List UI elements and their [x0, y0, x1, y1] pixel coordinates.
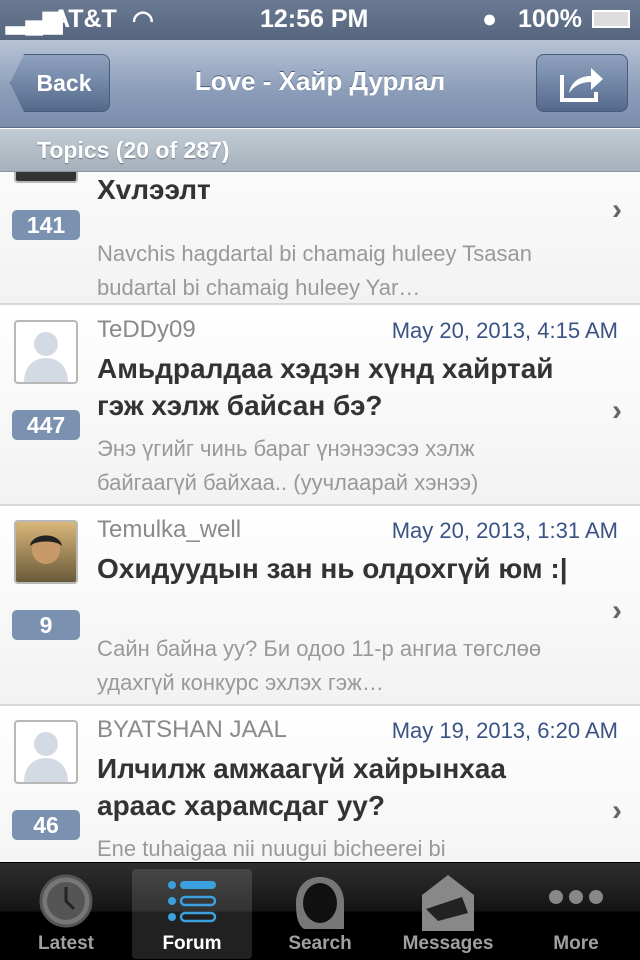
tab-label: More: [553, 933, 599, 954]
status-bar: ▂▄▆ AT&T ◠ 12:56 PM ● 100%: [0, 0, 640, 40]
battery-level: 100%: [518, 5, 582, 33]
chevron-right-icon: ›: [612, 394, 622, 427]
avatar: [14, 720, 78, 784]
topic-title: Амьдралдаа хэдэн хүнд хайртай гэж хэлж б…: [97, 353, 554, 421]
envelope-icon: [388, 873, 508, 933]
topic-title: Хvлээлт: [97, 174, 211, 205]
alarm-icon: ●: [482, 5, 498, 33]
section-header: Topics (20 of 287): [0, 129, 640, 172]
topic-author: Temulka_well: [97, 516, 242, 543]
battery-icon: [592, 10, 630, 28]
carrier: AT&T: [52, 5, 117, 33]
reply-count-badge: 46: [12, 810, 80, 840]
chevron-right-icon: ›: [612, 794, 622, 827]
navigation-bar: Back Love - Хайр Дурлал: [0, 40, 640, 128]
tab-label: Latest: [38, 933, 94, 954]
tab-label: Messages: [402, 933, 494, 954]
tab-label: Search: [288, 933, 352, 954]
share-icon: [560, 68, 603, 102]
tab-label: Forum: [162, 933, 222, 954]
topic-row[interactable]: Temulka_well May 20, 2013, 1:31 AM Охиду…: [0, 506, 640, 706]
topic-preview: Энэ үгийг чинь бараг үнэнээсээ хэлж байг…: [97, 436, 479, 495]
topic-title: Илчилж амжаагүй хайрынхаа араас харамсда…: [97, 753, 506, 821]
tab-messages[interactable]: Messages: [388, 869, 508, 959]
tab-forum[interactable]: Forum: [132, 869, 252, 959]
topic-list[interactable]: Хvлээлт 141 Navchis hagdartal bi chamaig…: [0, 172, 640, 862]
back-button[interactable]: Back: [10, 54, 110, 112]
wifi-icon: ◠: [132, 6, 154, 34]
clock: 12:56 PM: [260, 5, 369, 33]
chevron-right-icon: ›: [612, 193, 622, 226]
topic-row[interactable]: TeDDy09 May 20, 2013, 4:15 AM Амьдралдаа…: [0, 306, 640, 506]
reply-count-badge: 141: [12, 210, 80, 240]
topic-author: BYATSHAN JAAL: [97, 716, 287, 743]
topic-preview: Navchis hagdartal bi chamaig huleey Tsas…: [97, 241, 532, 300]
avatar: [14, 172, 78, 183]
avatar: [14, 320, 78, 384]
topic-date: May 20, 2013, 1:31 AM: [391, 518, 618, 543]
topic-date: May 19, 2013, 6:20 AM: [391, 718, 618, 743]
topic-title: Охидуудын зан нь олдохгүй юм :|: [97, 553, 568, 584]
topic-preview: Сайн байна уу? Би одоо 11-р ангиа төгслө…: [97, 636, 542, 695]
clock-icon: [6, 873, 126, 929]
topic-date: May 20, 2013, 4:15 AM: [391, 318, 618, 343]
tab-latest[interactable]: Latest: [6, 869, 126, 959]
topic-row[interactable]: Хvлээлт 141 Navchis hagdartal bi chamaig…: [0, 172, 640, 305]
topic-preview: Ene tuhaigaa nii nuugui bicheerei bi: [97, 836, 446, 861]
tab-bar: Latest Forum Search Messages More: [0, 862, 640, 960]
page-title: Love - Хайр Дурлал: [194, 66, 446, 96]
topic-author: TeDDy09: [97, 316, 196, 343]
more-icon: [516, 873, 636, 913]
reply-count-badge: 9: [12, 610, 80, 640]
share-button[interactable]: [536, 54, 628, 112]
reply-count-badge: 447: [12, 410, 80, 440]
tab-search[interactable]: Search: [260, 869, 380, 959]
list-icon: [132, 873, 252, 929]
tab-more[interactable]: More: [516, 869, 636, 959]
topic-row[interactable]: BYATSHAN JAAL May 19, 2013, 6:20 AM Илчи…: [0, 706, 640, 862]
avatar: [14, 520, 78, 584]
chevron-right-icon: ›: [612, 594, 622, 627]
search-icon: [260, 873, 380, 933]
